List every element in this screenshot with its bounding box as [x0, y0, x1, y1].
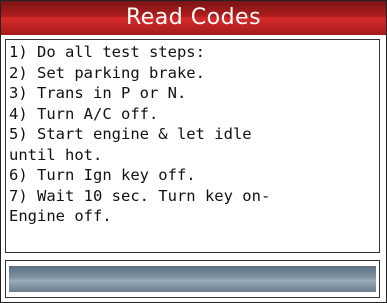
- instruction-line-3: 3) Trans in P or N.: [9, 84, 187, 102]
- instruction-line-7: 7) Wait 10 sec. Turn key on-: [9, 186, 271, 205]
- status-bar: [9, 266, 376, 292]
- instruction-line-6: 6) Turn Ign key off.: [9, 166, 196, 184]
- instruction-line-5-cont: until hot.: [9, 145, 103, 164]
- instruction-line-2: 2) Set parking brake.: [9, 63, 205, 82]
- screen-title: Read Codes: [1, 1, 386, 35]
- instruction-line-1: 1) Do all test steps:: [9, 43, 205, 61]
- device-screen: Read Codes 1) Do all test steps: 2) Set …: [0, 0, 387, 303]
- instructions-panel: 1) Do all test steps: 2) Set parking bra…: [5, 39, 380, 253]
- instruction-line-5: 5) Start engine & let idle: [9, 125, 252, 143]
- instruction-line-4: 4) Turn A/C off.: [9, 104, 159, 123]
- instruction-line-7-cont: Engine off.: [9, 207, 112, 225]
- status-panel: [5, 260, 380, 298]
